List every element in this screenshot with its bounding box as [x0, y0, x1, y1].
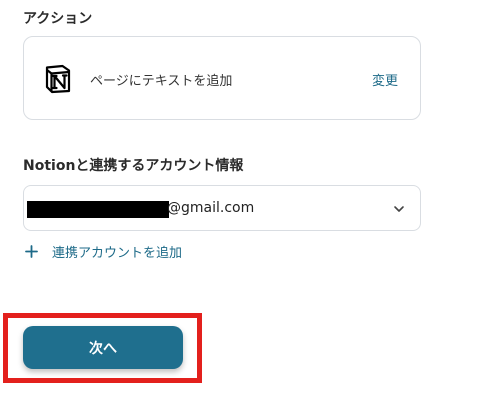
- action-section-label: アクション: [23, 11, 93, 27]
- redacted-email-bar: [27, 201, 169, 218]
- account-select[interactable]: @gmail.com: [23, 185, 421, 231]
- change-action-link[interactable]: 変更: [372, 70, 398, 89]
- chevron-down-icon: [394, 206, 404, 212]
- add-account-label: 連携アカウントを追加: [52, 245, 183, 261]
- action-name: ページにテキストを追加: [90, 74, 233, 89]
- next-button[interactable]: 次へ: [23, 326, 183, 369]
- add-account-link[interactable]: 連携アカウントを追加: [25, 241, 182, 261]
- notion-logo-icon: [45, 64, 71, 94]
- account-section-label: Notionと連携するアカウント情報: [23, 158, 244, 174]
- action-card: ページにテキストを追加 変更: [23, 36, 421, 120]
- account-email: @gmail.com: [167, 200, 255, 216]
- plus-icon: [25, 244, 38, 258]
